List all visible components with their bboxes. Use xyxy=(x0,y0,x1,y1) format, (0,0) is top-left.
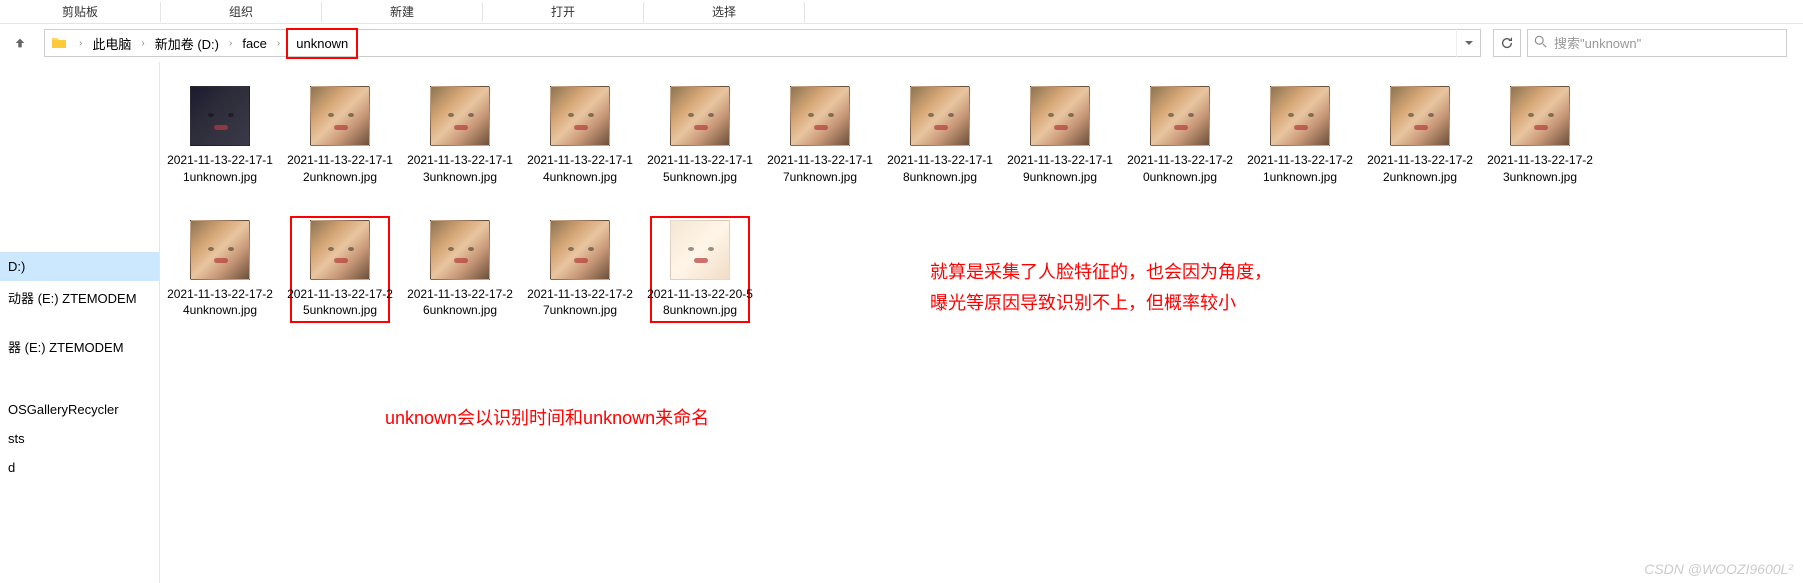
watermark: CSDN @WOOZI9600L² xyxy=(1644,561,1793,577)
file-name: 2021-11-13-22-17-14unknown.jpg xyxy=(525,152,635,186)
file-item[interactable]: 2021-11-13-22-17-13unknown.jpg xyxy=(410,82,510,190)
search-box[interactable] xyxy=(1527,29,1787,57)
breadcrumb-face[interactable]: face xyxy=(238,34,271,53)
breadcrumb-drive-d[interactable]: 新加卷 (D:) xyxy=(151,32,223,55)
file-name: 2021-11-13-22-17-23unknown.jpg xyxy=(1485,152,1595,186)
breadcrumb[interactable]: › 此电脑 › 新加卷 (D:) › face › unknown xyxy=(44,29,1481,57)
file-item[interactable]: 2021-11-13-22-17-22unknown.jpg xyxy=(1370,82,1470,190)
file-thumbnail xyxy=(430,86,490,146)
file-name: 2021-11-13-22-17-18unknown.jpg xyxy=(885,152,995,186)
file-name: 2021-11-13-22-17-20unknown.jpg xyxy=(1125,152,1235,186)
file-name: 2021-11-13-22-17-26unknown.jpg xyxy=(405,286,515,320)
file-item[interactable]: 2021-11-13-22-17-12unknown.jpg xyxy=(290,82,390,190)
file-name: 2021-11-13-22-17-12unknown.jpg xyxy=(285,152,395,186)
file-item[interactable]: 2021-11-13-22-17-26unknown.jpg xyxy=(410,216,510,324)
file-name: 2021-11-13-22-17-22unknown.jpg xyxy=(1365,152,1475,186)
file-item[interactable]: 2021-11-13-22-17-11unknown.jpg xyxy=(170,82,270,190)
sidebar-item-d-drive[interactable]: D:) xyxy=(0,252,159,281)
file-name: 2021-11-13-22-17-19unknown.jpg xyxy=(1005,152,1115,186)
sidebar-item-sts[interactable]: sts xyxy=(0,424,159,453)
chevron-down-icon xyxy=(1464,38,1474,48)
file-item[interactable]: 2021-11-13-22-17-15unknown.jpg xyxy=(650,82,750,190)
file-thumbnail xyxy=(1150,86,1210,146)
file-grid-row1: 2021-11-13-22-17-11unknown.jpg2021-11-13… xyxy=(170,82,1793,190)
file-item[interactable]: 2021-11-13-22-17-21unknown.jpg xyxy=(1250,82,1350,190)
file-thumbnail xyxy=(670,220,730,280)
nav-up-button[interactable] xyxy=(8,31,32,55)
ribbon-tab-new[interactable]: 新建 xyxy=(322,3,482,20)
divider xyxy=(804,2,805,22)
file-thumbnail xyxy=(550,220,610,280)
file-item[interactable]: 2021-11-13-22-17-17unknown.jpg xyxy=(770,82,870,190)
file-thumbnail xyxy=(790,86,850,146)
file-name: 2021-11-13-22-17-25unknown.jpg xyxy=(285,286,395,320)
refresh-icon xyxy=(1500,36,1514,50)
sidebar-item-ztemodem1[interactable]: 动器 (E:) ZTEMODEM xyxy=(0,281,159,314)
file-item[interactable]: 2021-11-13-22-20-58unknown.jpg xyxy=(650,216,750,324)
file-thumbnail xyxy=(190,86,250,146)
chevron-right-icon: › xyxy=(135,38,150,49)
folder-icon xyxy=(49,33,69,53)
navigation-bar: › 此电脑 › 新加卷 (D:) › face › unknown xyxy=(0,24,1803,62)
file-name: 2021-11-13-22-17-13unknown.jpg xyxy=(405,152,515,186)
file-item[interactable]: 2021-11-13-22-17-23unknown.jpg xyxy=(1490,82,1590,190)
ribbon-tabs: 剪贴板 组织 新建 打开 选择 xyxy=(0,0,1803,24)
file-thumbnail xyxy=(910,86,970,146)
file-name: 2021-11-13-22-17-24unknown.jpg xyxy=(165,286,275,320)
annotation-recognition: 就算是采集了人脸特征的，也会因为角度， 曝光等原因导致识别不上，但概率较小 xyxy=(930,257,1272,318)
file-thumbnail xyxy=(310,86,370,146)
annotation-naming: unknown会以识别时间和unknown来命名 xyxy=(385,404,709,430)
file-name: 2021-11-13-22-17-11unknown.jpg xyxy=(165,152,275,186)
arrow-up-icon xyxy=(13,36,27,50)
ribbon-tab-organize[interactable]: 组织 xyxy=(161,3,321,20)
chevron-right-icon: › xyxy=(73,38,88,49)
search-icon xyxy=(1534,35,1548,52)
chevron-right-icon: › xyxy=(271,38,286,49)
file-name: 2021-11-13-22-20-58unknown.jpg xyxy=(645,286,755,320)
file-thumbnail xyxy=(430,220,490,280)
annotation-line1: 就算是采集了人脸特征的，也会因为角度， xyxy=(930,257,1272,288)
main-area: D:) 动器 (E:) ZTEMODEM 器 (E:) ZTEMODEM OSG… xyxy=(0,62,1803,583)
file-thumbnail xyxy=(1510,86,1570,146)
file-thumbnail xyxy=(310,220,370,280)
file-name: 2021-11-13-22-17-21unknown.jpg xyxy=(1245,152,1355,186)
file-name: 2021-11-13-22-17-15unknown.jpg xyxy=(645,152,755,186)
sidebar: D:) 动器 (E:) ZTEMODEM 器 (E:) ZTEMODEM OSG… xyxy=(0,62,160,583)
file-name: 2021-11-13-22-17-17unknown.jpg xyxy=(765,152,875,186)
file-item[interactable]: 2021-11-13-22-17-14unknown.jpg xyxy=(530,82,630,190)
refresh-button[interactable] xyxy=(1493,29,1521,57)
chevron-right-icon: › xyxy=(223,38,238,49)
search-input[interactable] xyxy=(1554,36,1780,51)
file-thumbnail xyxy=(1030,86,1090,146)
sidebar-item-d[interactable]: d xyxy=(0,453,159,482)
ribbon-tab-open[interactable]: 打开 xyxy=(483,3,643,20)
sidebar-item-osgallery[interactable]: OSGalleryRecycler xyxy=(0,395,159,424)
file-thumbnail xyxy=(1390,86,1450,146)
file-item[interactable]: 2021-11-13-22-17-24unknown.jpg xyxy=(170,216,270,324)
breadcrumb-unknown[interactable]: unknown xyxy=(286,28,358,59)
file-content-area[interactable]: 2021-11-13-22-17-11unknown.jpg2021-11-13… xyxy=(160,62,1803,583)
file-item[interactable]: 2021-11-13-22-17-20unknown.jpg xyxy=(1130,82,1230,190)
file-item[interactable]: 2021-11-13-22-17-25unknown.jpg xyxy=(290,216,390,324)
file-item[interactable]: 2021-11-13-22-17-19unknown.jpg xyxy=(1010,82,1110,190)
file-thumbnail xyxy=(1270,86,1330,146)
breadcrumb-this-pc[interactable]: 此电脑 xyxy=(88,32,135,55)
file-name: 2021-11-13-22-17-27unknown.jpg xyxy=(525,286,635,320)
annotation-line2: 曝光等原因导致识别不上，但概率较小 xyxy=(930,288,1272,319)
file-thumbnail xyxy=(670,86,730,146)
file-thumbnail xyxy=(190,220,250,280)
file-item[interactable]: 2021-11-13-22-17-27unknown.jpg xyxy=(530,216,630,324)
sidebar-item-ztemodem2[interactable]: 器 (E:) ZTEMODEM xyxy=(0,330,159,363)
ribbon-tab-select[interactable]: 选择 xyxy=(644,3,804,20)
file-thumbnail xyxy=(550,86,610,146)
ribbon-tab-clipboard[interactable]: 剪贴板 xyxy=(0,3,160,20)
breadcrumb-dropdown[interactable] xyxy=(1456,29,1480,57)
file-item[interactable]: 2021-11-13-22-17-18unknown.jpg xyxy=(890,82,990,190)
